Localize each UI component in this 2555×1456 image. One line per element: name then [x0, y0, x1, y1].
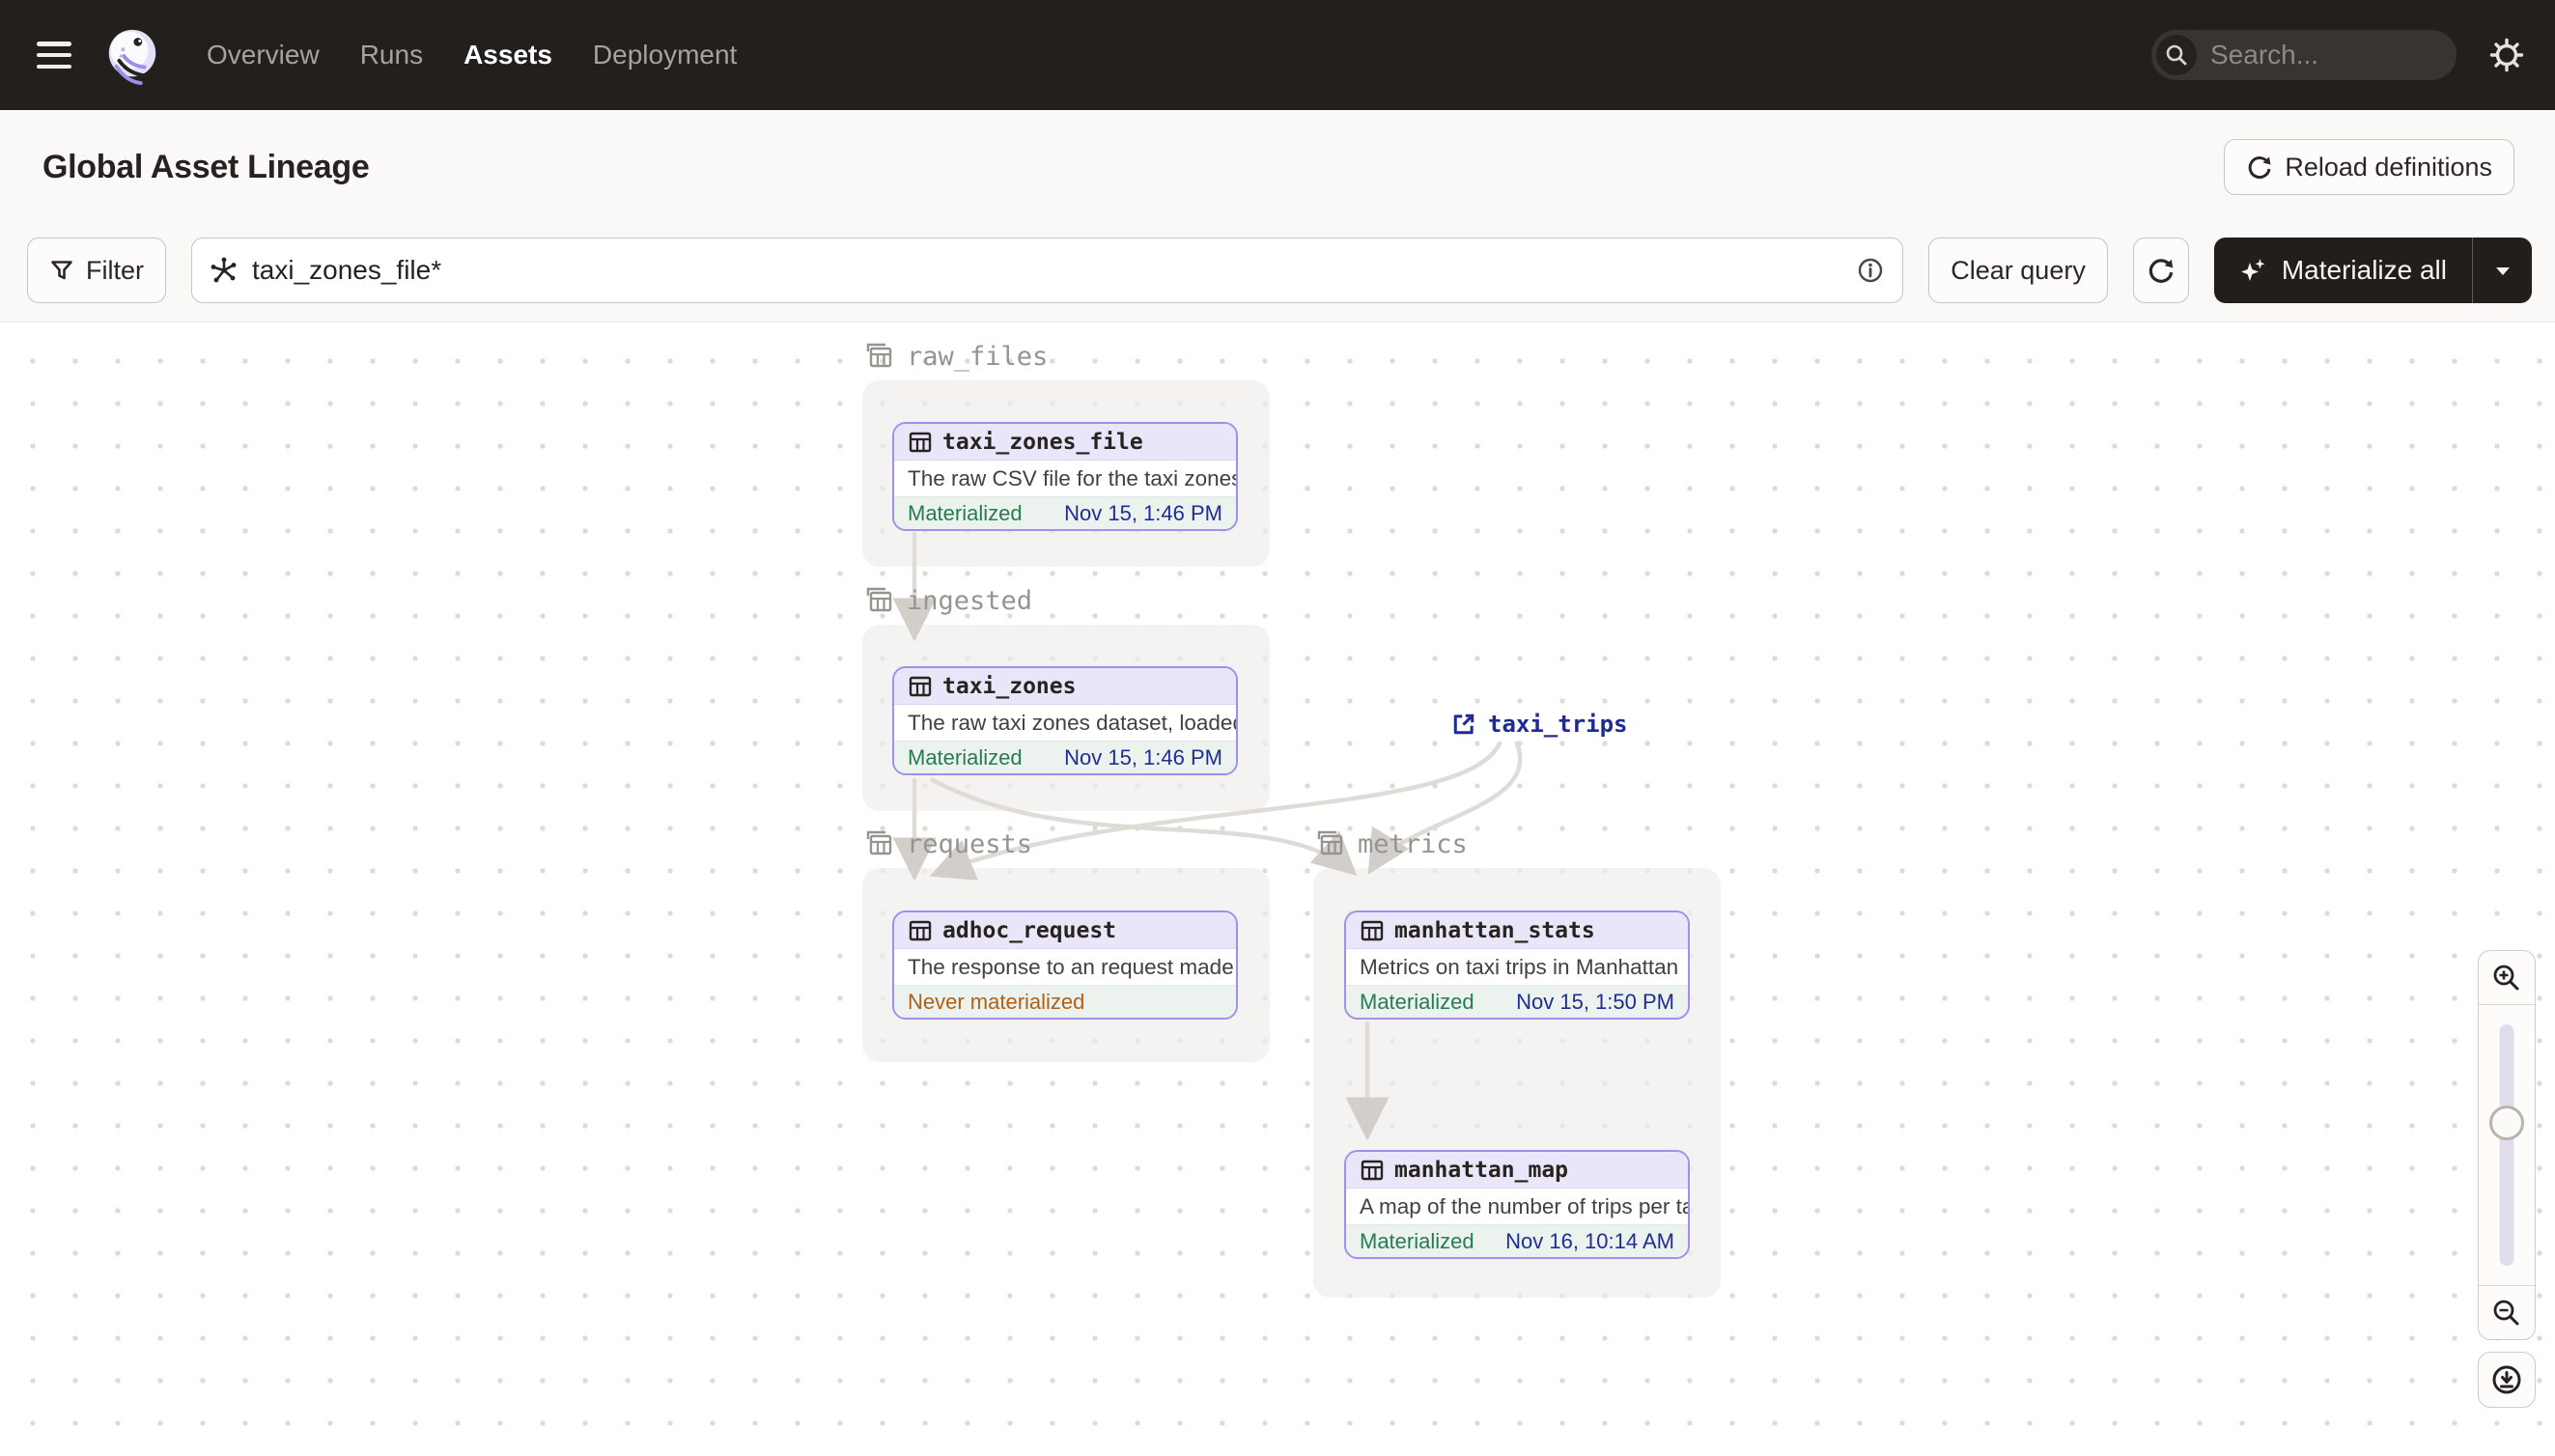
materialize-all-split-button: Materialize all	[2213, 238, 2532, 303]
asset-description: The raw CSV file for the taxi zones dat.…	[908, 465, 1236, 490]
materialize-options-caret[interactable]	[2472, 238, 2532, 303]
zoom-out-icon	[2493, 1300, 2519, 1325]
asset-node-manhattan-map[interactable]: manhattan_map A map of the number of tri…	[1344, 1150, 1690, 1259]
clear-query-button[interactable]: Clear query	[1928, 238, 2108, 303]
asset-description: A map of the number of trips per taxi z.…	[1360, 1193, 1688, 1218]
table-icon	[909, 676, 932, 696]
asset-description: The response to an request made in th...	[908, 954, 1236, 979]
menu-icon[interactable]	[37, 42, 71, 69]
table-icon	[1361, 1160, 1384, 1180]
asset-node-adhoc-request[interactable]: adhoc_request The response to an request…	[892, 910, 1238, 1020]
zoom-controls	[2478, 950, 2536, 1408]
circled-download-icon	[2492, 1365, 2521, 1394]
download-view-button[interactable]	[2478, 1352, 2536, 1408]
materialize-all-button[interactable]: Materialize all	[2214, 238, 2472, 303]
table-icon	[909, 920, 932, 940]
asset-selection-input[interactable]	[191, 238, 1904, 303]
zoom-slider[interactable]	[2479, 1005, 2535, 1285]
asset-node-taxi-zones-file[interactable]: taxi_zones_file The raw CSV file for the…	[892, 422, 1238, 531]
status-badge: Materialized	[1360, 989, 1474, 1014]
info-icon[interactable]	[1856, 256, 1885, 285]
asset-node-manhattan-stats[interactable]: manhattan_stats Metrics on taxi trips in…	[1344, 910, 1690, 1020]
lineage-canvas[interactable]: raw_files ingested requests metrics taxi…	[0, 322, 2555, 1456]
status-badge: Never materialized	[908, 989, 1085, 1014]
global-search[interactable]: /	[2151, 30, 2555, 80]
nav-item-assets[interactable]: Assets	[463, 40, 552, 70]
page-title: Global Asset Lineage	[42, 148, 370, 185]
zoom-slider-track[interactable]	[2499, 1024, 2514, 1266]
asset-group-icon	[866, 587, 892, 612]
filter-button[interactable]: Filter	[27, 238, 166, 303]
nav-item-overview[interactable]: Overview	[207, 40, 320, 70]
table-icon	[1361, 920, 1384, 940]
status-badge: Materialized	[1360, 1228, 1474, 1253]
status-badge: Materialized	[908, 744, 1023, 770]
gear-icon[interactable]	[2487, 36, 2526, 74]
nav-item-runs[interactable]: Runs	[360, 40, 423, 70]
lineage-toolbar: Filter Clear query	[0, 195, 2555, 322]
materialization-timestamp: Nov 15, 1:46 PM	[1064, 744, 1222, 770]
asset-group-icon	[866, 343, 892, 368]
chevron-down-icon	[2495, 267, 2510, 275]
zoom-slider-thumb[interactable]	[2489, 1106, 2524, 1140]
status-badge: Materialized	[908, 500, 1023, 525]
zoom-in-button[interactable]	[2479, 951, 2535, 1005]
top-nav: Overview Runs Assets Deployment /	[0, 0, 2555, 110]
zoom-in-icon	[2493, 965, 2519, 990]
asset-node-taxi-zones[interactable]: taxi_zones The raw taxi zones dataset, l…	[892, 666, 1238, 775]
query-input[interactable]	[252, 255, 1843, 286]
graph-query-icon	[211, 257, 237, 283]
group-label-metrics[interactable]: metrics	[1313, 827, 1468, 860]
asset-group-icon	[1317, 830, 1343, 855]
reload-icon	[2248, 156, 2271, 179]
group-label-ingested[interactable]: ingested	[862, 584, 1032, 617]
materialization-timestamp: Nov 16, 10:14 AM	[1505, 1228, 1674, 1253]
zoom-out-button[interactable]	[2479, 1285, 2535, 1339]
filter-icon	[51, 261, 72, 280]
refresh-button[interactable]	[2132, 238, 2189, 303]
materialization-timestamp: Nov 15, 1:50 PM	[1516, 989, 1674, 1014]
refresh-icon	[2148, 259, 2174, 283]
group-label-raw-files[interactable]: raw_files	[862, 340, 1048, 373]
asset-group-icon	[866, 830, 892, 855]
asset-description: The raw taxi zones dataset, loaded int..…	[908, 710, 1236, 735]
sparkle-icon	[2240, 259, 2265, 281]
external-link-icon	[1453, 714, 1474, 735]
lineage-edges	[892, 531, 1523, 1141]
materialization-timestamp: Nov 15, 1:46 PM	[1064, 500, 1222, 525]
group-label-requests[interactable]: requests	[862, 827, 1032, 860]
primary-nav: Overview Runs Assets Deployment	[207, 40, 737, 70]
reload-definitions-button[interactable]: Reload definitions	[2224, 139, 2514, 195]
page-header: Global Asset Lineage Reload definitions …	[0, 110, 2555, 322]
nav-item-deployment[interactable]: Deployment	[593, 40, 737, 70]
asset-description: Metrics on taxi trips in Manhattan	[1360, 954, 1679, 979]
external-asset-taxi-trips[interactable]: taxi_trips	[1450, 711, 1628, 738]
search-icon	[2156, 35, 2197, 75]
table-icon	[909, 432, 932, 452]
dagster-logo-icon[interactable]	[102, 25, 162, 85]
